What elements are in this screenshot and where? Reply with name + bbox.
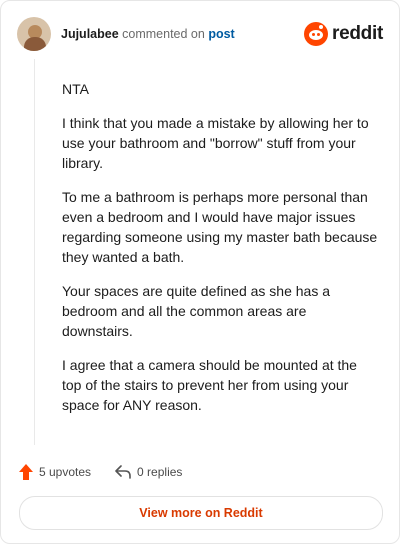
comment-body: NTA I think that you made a mistake by a… bbox=[62, 79, 380, 429]
upvote-count: 5 upvotes bbox=[39, 465, 92, 479]
thread-line bbox=[34, 59, 35, 445]
upvote-button[interactable]: 5 upvotes bbox=[19, 464, 91, 480]
username-link[interactable]: Jujulabee bbox=[61, 27, 119, 41]
comment-paragraph: I agree that a camera should be mounted … bbox=[62, 357, 357, 413]
comment-paragraph: NTA bbox=[62, 81, 89, 97]
upvote-arrow-icon bbox=[19, 464, 33, 480]
comment-paragraph: I think that you made a mistake by allow… bbox=[62, 115, 369, 171]
reply-arrow-icon bbox=[115, 465, 131, 479]
comment-header: Jujulabee commented on post reddit bbox=[17, 17, 383, 51]
reddit-wordmark: reddit bbox=[332, 23, 383, 44]
comment-paragraph: To me a bathroom is perhaps more persona… bbox=[62, 189, 378, 265]
comment-paragraph: Your spaces are quite defined as she has… bbox=[62, 283, 331, 339]
reddit-brand[interactable]: reddit bbox=[304, 22, 383, 46]
post-link[interactable]: post bbox=[208, 27, 234, 41]
reply-button[interactable]: 0 replies bbox=[115, 465, 182, 479]
reddit-logo-icon bbox=[304, 22, 329, 46]
action-text: commented on bbox=[122, 27, 205, 41]
avatar[interactable] bbox=[17, 17, 51, 51]
view-more-button[interactable]: View more on Reddit bbox=[19, 496, 383, 530]
comment-card: Jujulabee commented on post reddit NTA I… bbox=[0, 0, 400, 544]
comment-actions: 5 upvotes 0 replies bbox=[19, 462, 206, 482]
comment-meta: Jujulabee commented on post bbox=[61, 26, 235, 42]
reply-count: 0 replies bbox=[137, 465, 183, 479]
